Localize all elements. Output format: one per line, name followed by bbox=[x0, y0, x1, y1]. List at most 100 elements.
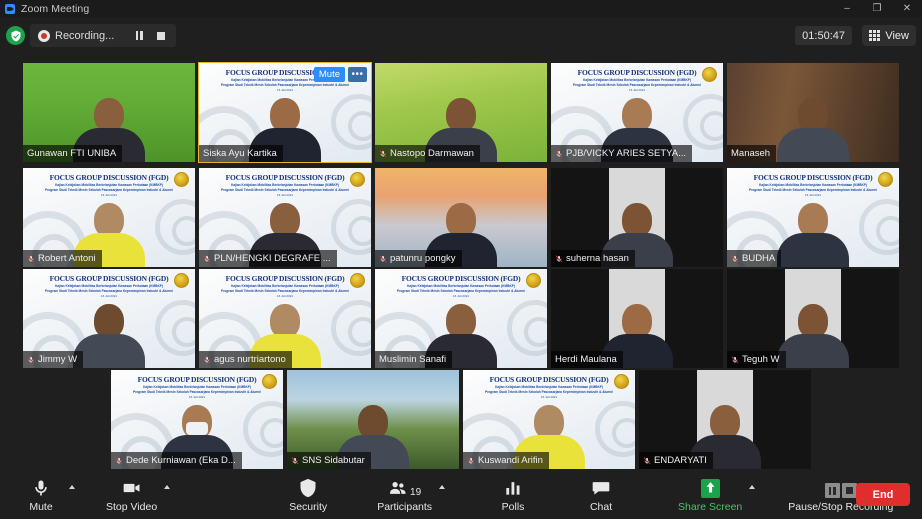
zoom-meeting-window: Zoom Meeting – ❐ ✕ Recording... 01:50:47 bbox=[0, 0, 922, 519]
vb-subheading: Kajian Kebijakan Mobilitas Berkelanjutan… bbox=[231, 183, 339, 187]
vb-date: 16 Juli 2021 bbox=[276, 193, 294, 198]
university-seal-icon bbox=[174, 172, 189, 187]
participant-name: ENDARYATI bbox=[654, 455, 707, 466]
end-meeting-button[interactable]: End bbox=[856, 483, 910, 506]
encryption-shield-icon[interactable] bbox=[6, 26, 25, 45]
meeting-top-bar: Recording... 01:50:47 View bbox=[0, 17, 922, 55]
vb-date: 16 Juli 2021 bbox=[100, 294, 118, 299]
participant-tile[interactable]: FOCUS GROUP DISCUSSION (FGD) Kajian Kebij… bbox=[198, 62, 372, 163]
maximize-button[interactable]: ❐ bbox=[862, 0, 892, 17]
tile-more-options-button[interactable]: ••• bbox=[348, 67, 367, 82]
stop-recording-button[interactable] bbox=[150, 24, 172, 47]
gear-decoration-icon bbox=[859, 199, 899, 255]
vb-date: 16 Juli 2021 bbox=[188, 395, 206, 400]
virtual-background-banner: FOCUS GROUP DISCUSSION (FGD) Kajian Kebij… bbox=[213, 274, 358, 298]
chevron-up-icon[interactable] bbox=[438, 470, 452, 519]
participant-name: PLN/HENGKI DEGRAFE ... bbox=[214, 253, 331, 264]
vb-subheading: Kajian Kebijakan Mobilitas Berkelanjutan… bbox=[231, 284, 339, 288]
participant-name: Muslimin Sanafi bbox=[379, 354, 447, 365]
toolbar-share-screen-button[interactable]: Share Screen bbox=[672, 470, 748, 519]
close-button[interactable]: ✕ bbox=[892, 0, 922, 17]
participant-tile[interactable]: FOCUS GROUP DISCUSSION (FGD) Kajian Kebij… bbox=[375, 269, 547, 368]
participant-tile[interactable]: Herdi Maulana bbox=[551, 269, 723, 368]
virtual-background-banner: FOCUS GROUP DISCUSSION (FGD) Kajian Kebij… bbox=[389, 274, 534, 298]
participant-tile[interactable]: Teguh W bbox=[727, 269, 899, 368]
participant-video-figure bbox=[73, 304, 145, 368]
toolbar-chat-button[interactable]: Chat bbox=[574, 470, 628, 519]
toolbar-participants-button[interactable]: 19 Participants bbox=[371, 470, 438, 519]
gear-decoration-icon bbox=[331, 300, 371, 356]
participant-tile[interactable]: FOCUS GROUP DISCUSSION (FGD) Kajian Kebij… bbox=[727, 168, 899, 267]
participant-name-bar: ENDARYATI bbox=[639, 452, 713, 469]
participant-name-bar: Siska Ayu Kartika bbox=[199, 145, 283, 162]
participant-tile[interactable]: FOCUS GROUP DISCUSSION (FGD) Kajian Kebij… bbox=[23, 269, 195, 368]
university-seal-icon bbox=[262, 374, 277, 389]
gear-decoration-icon bbox=[243, 401, 283, 457]
video-camera-icon bbox=[122, 476, 142, 498]
participants-icon: 19 bbox=[388, 476, 421, 498]
gear-decoration-icon bbox=[331, 94, 371, 150]
participant-name: Kuswandi Arifin bbox=[478, 455, 543, 466]
participant-name-bar: agus nurtriartono bbox=[199, 351, 292, 368]
gear-decoration-icon bbox=[683, 94, 723, 150]
vb-line3: Program Studi Teknik Mesin Sekolah Pasca… bbox=[484, 390, 614, 395]
pause-recording-button[interactable] bbox=[128, 24, 150, 47]
view-button[interactable]: View bbox=[862, 25, 916, 46]
participant-video-figure bbox=[777, 203, 849, 267]
participant-tile[interactable]: Manaseh bbox=[727, 63, 899, 162]
participant-name: Herdi Maulana bbox=[555, 354, 617, 365]
view-button-label: View bbox=[885, 29, 909, 42]
vb-line3: Program Studi Teknik Mesin Sekolah Pasca… bbox=[44, 188, 174, 193]
toolbar-item-label: Chat bbox=[589, 501, 613, 513]
chevron-up-icon[interactable] bbox=[748, 470, 762, 519]
participant-tile[interactable]: patunru pongky bbox=[375, 168, 547, 267]
participant-tile[interactable]: Nastopo Darmawan bbox=[375, 63, 547, 162]
tile-mute-button[interactable]: Mute bbox=[313, 67, 345, 82]
chevron-up-icon[interactable] bbox=[163, 470, 177, 519]
university-seal-icon bbox=[350, 273, 365, 288]
participant-video-figure bbox=[777, 98, 849, 162]
virtual-background-banner: FOCUS GROUP DISCUSSION (FGD) Kajian Kebij… bbox=[37, 274, 182, 298]
vb-heading: FOCUS GROUP DISCUSSION (FGD) bbox=[489, 375, 609, 384]
participant-tile[interactable]: FOCUS GROUP DISCUSSION (FGD) Kajian Kebij… bbox=[199, 168, 371, 267]
minimize-button[interactable]: – bbox=[832, 0, 862, 17]
participant-name: Teguh W bbox=[742, 354, 780, 365]
vb-subheading: Kajian Kebijakan Mobilitas Berkelanjutan… bbox=[759, 183, 867, 187]
vb-heading: FOCUS GROUP DISCUSSION (FGD) bbox=[225, 274, 345, 283]
participant-name-bar: patunru pongky bbox=[375, 250, 462, 267]
vb-date: 16 Juli 2021 bbox=[276, 294, 294, 299]
participant-name: SNS Sidabutar bbox=[302, 455, 365, 466]
participant-tile[interactable]: SNS Sidabutar bbox=[287, 370, 459, 469]
participant-tile[interactable]: FOCUS GROUP DISCUSSION (FGD) Kajian Kebij… bbox=[551, 63, 723, 162]
vb-line3: Program Studi Teknik Mesin Sekolah Pasca… bbox=[44, 289, 174, 294]
window-controls: – ❐ ✕ bbox=[832, 0, 922, 17]
virtual-background-banner: FOCUS GROUP DISCUSSION (FGD) Kajian Kebij… bbox=[125, 375, 270, 399]
toolbar-stop-video-button[interactable]: Stop Video bbox=[100, 470, 163, 519]
participant-tile[interactable]: ENDARYATI bbox=[639, 370, 811, 469]
vb-date: 16 Juli 2021 bbox=[276, 88, 294, 93]
vb-heading: FOCUS GROUP DISCUSSION (FGD) bbox=[49, 274, 169, 283]
participant-tile[interactable]: FOCUS GROUP DISCUSSION (FGD) Kajian Kebij… bbox=[463, 370, 635, 469]
pause-stop-recording-icon bbox=[824, 476, 857, 498]
gear-decoration-icon bbox=[155, 300, 195, 356]
participant-tile[interactable]: suherna hasan bbox=[551, 168, 723, 267]
participant-name: agus nurtriartono bbox=[214, 354, 286, 365]
participant-tile[interactable]: FOCUS GROUP DISCUSSION (FGD) Kajian Kebij… bbox=[111, 370, 283, 469]
participant-name-bar: PJB/VICKY ARIES SETYA... bbox=[551, 145, 693, 162]
participant-name: BUDHA bbox=[742, 253, 776, 264]
participant-tile[interactable]: FOCUS GROUP DISCUSSION (FGD) Kajian Kebij… bbox=[199, 269, 371, 368]
participant-tile[interactable]: Gunawan FTI UNIBA bbox=[23, 63, 195, 162]
participant-name: Siska Ayu Kartika bbox=[203, 148, 277, 159]
meeting-timer: 01:50:47 bbox=[795, 26, 852, 45]
toolbar-security-button[interactable]: Security bbox=[281, 470, 335, 519]
participant-tile[interactable]: FOCUS GROUP DISCUSSION (FGD) Kajian Kebij… bbox=[23, 168, 195, 267]
toolbar-item-label: Stop Video bbox=[106, 501, 158, 513]
vb-subheading: Kajian Kebijakan Mobilitas Berkelanjutan… bbox=[407, 284, 515, 288]
chevron-up-icon[interactable] bbox=[68, 470, 82, 519]
video-grid: Gunawan FTI UNIBA FOCUS GROUP DISCUSSION … bbox=[0, 55, 922, 470]
toolbar-polls-button[interactable]: Polls bbox=[486, 470, 540, 519]
vb-line3: Program Studi Teknik Mesin Sekolah Pasca… bbox=[220, 188, 350, 193]
vb-subheading: Kajian Kebijakan Mobilitas Berkelanjutan… bbox=[495, 385, 603, 389]
toolbar-mute-button[interactable]: Mute bbox=[14, 470, 68, 519]
participant-name-bar: Robert Antoni bbox=[23, 250, 102, 267]
